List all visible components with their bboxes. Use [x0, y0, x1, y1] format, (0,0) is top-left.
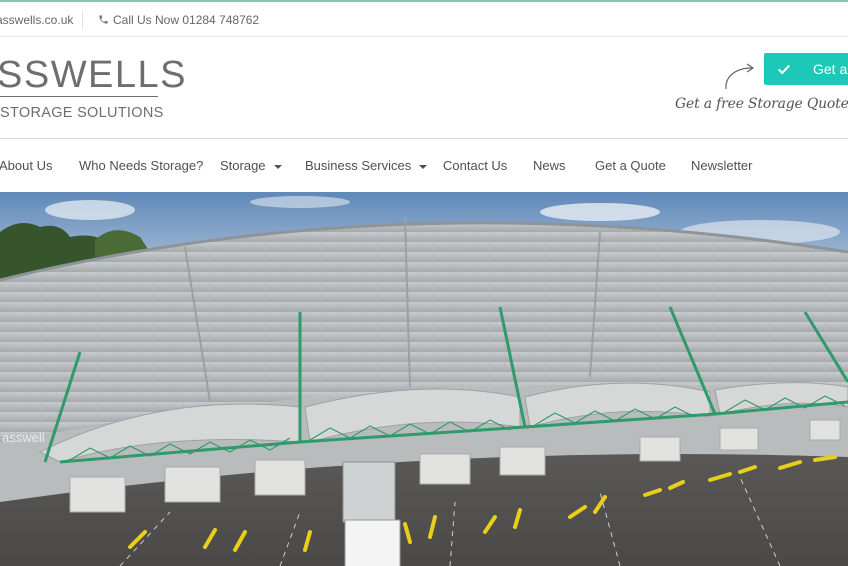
- arrow-doodle-icon: [725, 63, 755, 90]
- logo-rule: [0, 96, 158, 97]
- free-quote-tagline: Get a free Storage Quote: [675, 96, 848, 112]
- chevron-down-icon: [273, 164, 282, 169]
- nav-contact-us[interactable]: Contact Us: [443, 158, 507, 173]
- site-header: SSWELLS STORAGE SOLUTIONS Get a Get a fr…: [0, 37, 848, 139]
- building-sign: asswell: [2, 430, 45, 445]
- nav-get-a-quote[interactable]: Get a Quote: [595, 158, 666, 173]
- divider: [82, 10, 83, 30]
- nav-storage[interactable]: Storage: [220, 158, 282, 173]
- logo-wordmark[interactable]: SSWELLS: [0, 54, 187, 97]
- nav-business-services-label: Business Services: [305, 158, 412, 173]
- check-icon: [778, 64, 791, 75]
- nav-news[interactable]: News: [533, 158, 566, 173]
- warehouse-photo: asswell: [0, 192, 848, 566]
- nav-newsletter[interactable]: Newsletter: [691, 158, 752, 173]
- nav-business-services[interactable]: Business Services: [305, 158, 428, 173]
- nav-storage-label: Storage: [220, 158, 266, 173]
- top-bar: asswells.co.uk Call Us Now 01284 748762: [0, 0, 848, 37]
- chevron-down-icon: [419, 164, 428, 169]
- hero-image: asswell: [0, 192, 848, 566]
- phone-link[interactable]: Call Us Now 01284 748762: [98, 13, 259, 27]
- email-link[interactable]: asswells.co.uk: [0, 13, 73, 27]
- logo-tagline: STORAGE SOLUTIONS: [0, 105, 164, 121]
- get-a-quote-label: Get a: [813, 61, 848, 77]
- main-nav: About Us Who Needs Storage? Storage Busi…: [0, 140, 848, 192]
- nav-about-us[interactable]: About Us: [0, 158, 52, 173]
- nav-who-needs-storage[interactable]: Who Needs Storage?: [79, 158, 203, 173]
- phone-label: Call Us Now 01284 748762: [113, 13, 260, 27]
- phone-icon: [99, 15, 108, 24]
- get-a-quote-button[interactable]: Get a: [764, 53, 848, 85]
